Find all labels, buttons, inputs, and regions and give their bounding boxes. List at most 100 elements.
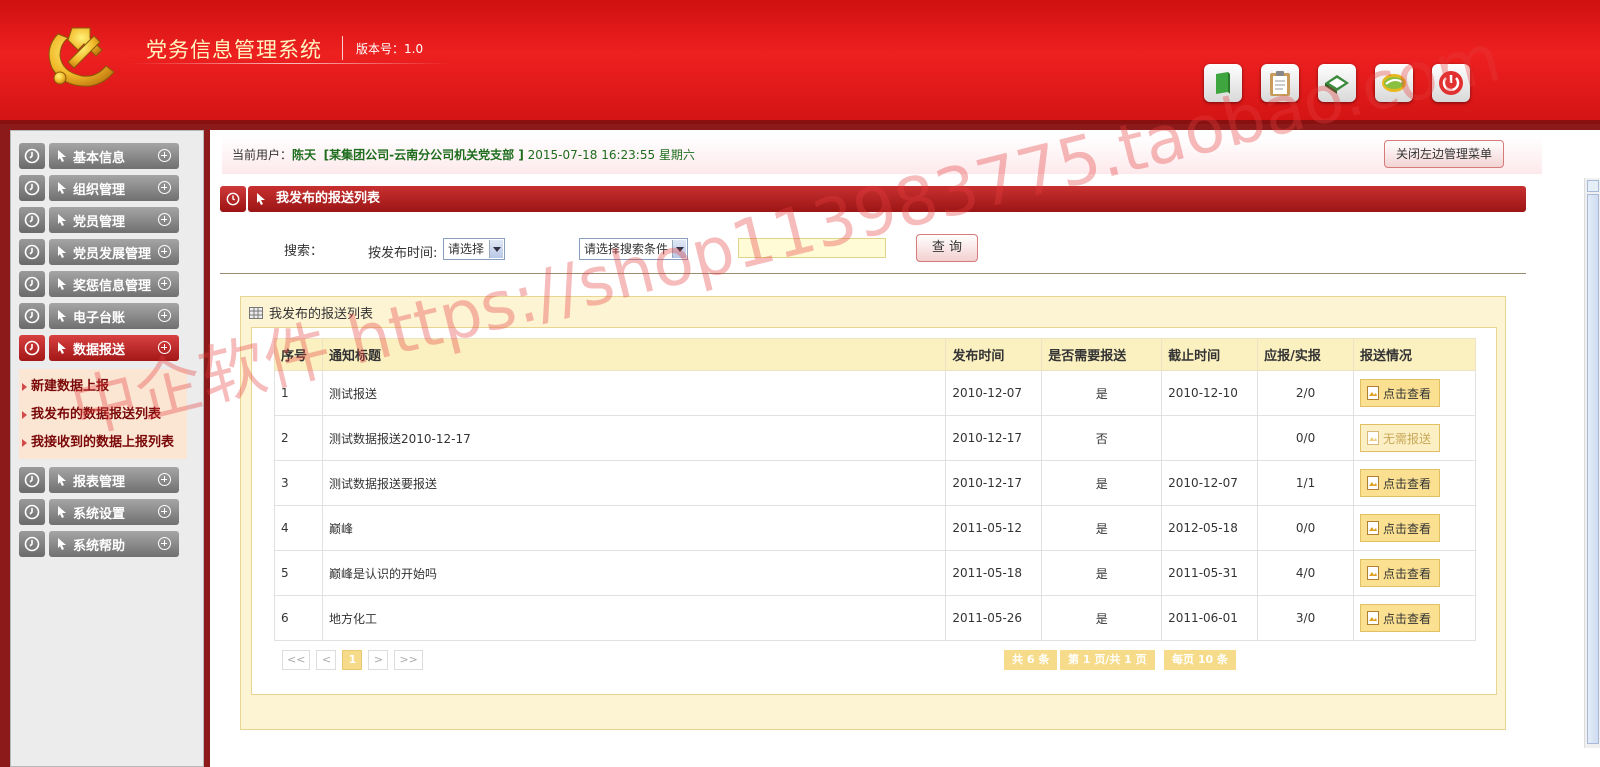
clock-icon	[220, 186, 246, 212]
close-left-menu-button[interactable]: 关闭左边管理菜单	[1384, 140, 1504, 168]
submenu-item-received[interactable]: 我接收到的数据上报列表	[19, 429, 187, 457]
view-button-label: 点击查看	[1383, 566, 1432, 581]
next-page-button[interactable]: >	[368, 650, 389, 670]
user-organization: [某集团公司-云南分公司机关党支部 ]	[323, 148, 524, 162]
expand-icon	[158, 213, 171, 226]
row-date: 2011-05-12	[945, 505, 1043, 551]
clock-icon	[19, 531, 45, 557]
cursor-icon	[58, 278, 66, 290]
document-icon	[1367, 431, 1380, 445]
scroll-up-icon[interactable]	[1587, 180, 1599, 192]
last-page-button[interactable]: >>	[394, 650, 423, 670]
table-container: 序号 通知标题 发布时间 是否需要报送 截止时间 应报/实报 报送情况 1 测试…	[251, 327, 1497, 695]
publish-time-select[interactable]: 请选择	[443, 238, 505, 260]
sidebar-item-button[interactable]: 基本信息	[49, 143, 179, 169]
scroll-thumb[interactable]	[1587, 194, 1599, 744]
per-page-info: 每页 10 条	[1164, 650, 1236, 670]
column-header: 是否需要报送	[1041, 338, 1163, 371]
row-need-report: 否	[1041, 415, 1163, 461]
report-table: 序号 通知标题 发布时间 是否需要报送 截止时间 应报/实报 报送情况 1 测试…	[274, 338, 1476, 641]
sidebar-item-settings[interactable]: 系统设置	[19, 499, 179, 525]
sidebar-item-member-development[interactable]: 党员发展管理	[19, 239, 179, 265]
expand-icon	[158, 181, 171, 194]
row-need-report: 是	[1041, 505, 1163, 551]
globe-icon[interactable]	[1375, 64, 1413, 102]
sidebar-item-button[interactable]: 奖惩信息管理	[49, 271, 179, 297]
view-button[interactable]: 点击查看	[1360, 559, 1441, 587]
total-count: 共 6 条	[1004, 650, 1058, 670]
main-content: 当前用户：陈天 [某集团公司-云南分公司机关党支部 ] 2015-07-18 1…	[210, 130, 1600, 767]
table-icon	[249, 306, 263, 319]
clipboard-icon[interactable]	[1261, 64, 1299, 102]
row-number: 6	[274, 595, 323, 641]
sidebar-item-data-reporting[interactable]: 数据报送	[19, 335, 179, 361]
query-button[interactable]: 查 询	[916, 234, 978, 262]
row-ratio: 0/0	[1257, 505, 1355, 551]
expand-icon	[158, 505, 171, 518]
table-row: 4 巅峰 2011-05-12 是 2012-05-18 0/0 点击查看	[274, 505, 1476, 551]
current-page[interactable]: 1	[342, 650, 363, 670]
sidebar-item-label: 奖惩信息管理	[73, 278, 152, 294]
report-list-panel: 我发布的报送列表 序号 通知标题 发布时间 是否需要报送 截止时间 应报/实报 …	[240, 296, 1506, 730]
vertical-scrollbar[interactable]	[1584, 178, 1600, 748]
search-input[interactable]	[738, 238, 886, 258]
search-bar: 搜索： 按发布时间: 请选择 请选择搜索条件 查 询	[220, 226, 1526, 274]
submenu-item-new-report[interactable]: 新建数据上报	[19, 373, 187, 401]
view-button[interactable]: 点击查看	[1360, 604, 1441, 632]
power-icon[interactable]	[1432, 64, 1470, 102]
cursor-icon	[58, 506, 66, 518]
row-deadline: 2012-05-18	[1161, 505, 1259, 551]
clock-icon	[19, 335, 45, 361]
sidebar-item-button[interactable]: 电子台账	[49, 303, 179, 329]
row-ratio: 3/0	[1257, 595, 1355, 641]
cursor-icon	[58, 310, 66, 322]
notebook-icon[interactable]	[1318, 64, 1356, 102]
clock-icon	[19, 271, 45, 297]
sidebar-item-button[interactable]: 组织管理	[49, 175, 179, 201]
sidebar-item-button[interactable]: 系统帮助	[49, 531, 179, 557]
sidebar-item-label: 系统设置	[73, 506, 126, 522]
expand-icon	[158, 537, 171, 550]
row-need-report: 是	[1041, 595, 1163, 641]
sidebar-item-button[interactable]: 数据报送	[49, 335, 179, 361]
cursor-icon	[58, 214, 66, 226]
sidebar-item-help[interactable]: 系统帮助	[19, 531, 179, 557]
sidebar-item-button[interactable]: 报表管理	[49, 467, 179, 493]
sidebar-item-button[interactable]: 党员管理	[49, 207, 179, 233]
view-button[interactable]: 点击查看	[1360, 469, 1441, 497]
current-user-prefix: 当前用户：	[232, 148, 293, 162]
prev-page-button[interactable]: <	[316, 650, 337, 670]
pagination: << < 1 > >>	[282, 650, 423, 670]
sidebar-item-reports[interactable]: 报表管理	[19, 467, 179, 493]
sidebar-item-label: 组织管理	[73, 182, 126, 198]
row-title: 巅峰	[321, 505, 947, 551]
row-title: 地方化工	[321, 595, 947, 641]
sidebar-item-organization[interactable]: 组织管理	[19, 175, 179, 201]
section-header: 我发布的报送列表	[220, 186, 1526, 212]
sidebar-item-rewards[interactable]: 奖惩信息管理	[19, 271, 179, 297]
expand-icon	[158, 149, 171, 162]
sidebar-item-members[interactable]: 党员管理	[19, 207, 179, 233]
submenu-item-my-published[interactable]: 我发布的数据报送列表	[19, 401, 187, 429]
first-page-button[interactable]: <<	[282, 650, 311, 670]
row-need-report: 是	[1041, 460, 1163, 506]
document-icon	[1367, 521, 1380, 535]
cursor-icon	[58, 342, 66, 354]
book-icon[interactable]	[1204, 64, 1242, 102]
sidebar-item-basic-info[interactable]: 基本信息	[19, 143, 179, 169]
row-date: 2010-12-17	[945, 415, 1043, 461]
sidebar-item-label: 电子台账	[73, 310, 126, 326]
sidebar-item-button[interactable]: 党员发展管理	[49, 239, 179, 265]
clock-icon	[19, 207, 45, 233]
sidebar-item-button[interactable]: 系统设置	[49, 499, 179, 525]
view-button[interactable]: 点击查看	[1360, 514, 1441, 542]
clock-icon	[19, 239, 45, 265]
data-reporting-submenu: 新建数据上报 我发布的数据报送列表 我接收到的数据上报列表	[19, 369, 187, 459]
cursor-icon	[257, 193, 265, 205]
view-button[interactable]: 点击查看	[1360, 379, 1441, 407]
search-condition-select[interactable]: 请选择搜索条件	[579, 238, 688, 260]
expand-icon	[158, 277, 171, 290]
sidebar-item-label: 报表管理	[73, 474, 126, 490]
row-ratio: 4/0	[1257, 550, 1355, 596]
sidebar-item-ledger[interactable]: 电子台账	[19, 303, 179, 329]
